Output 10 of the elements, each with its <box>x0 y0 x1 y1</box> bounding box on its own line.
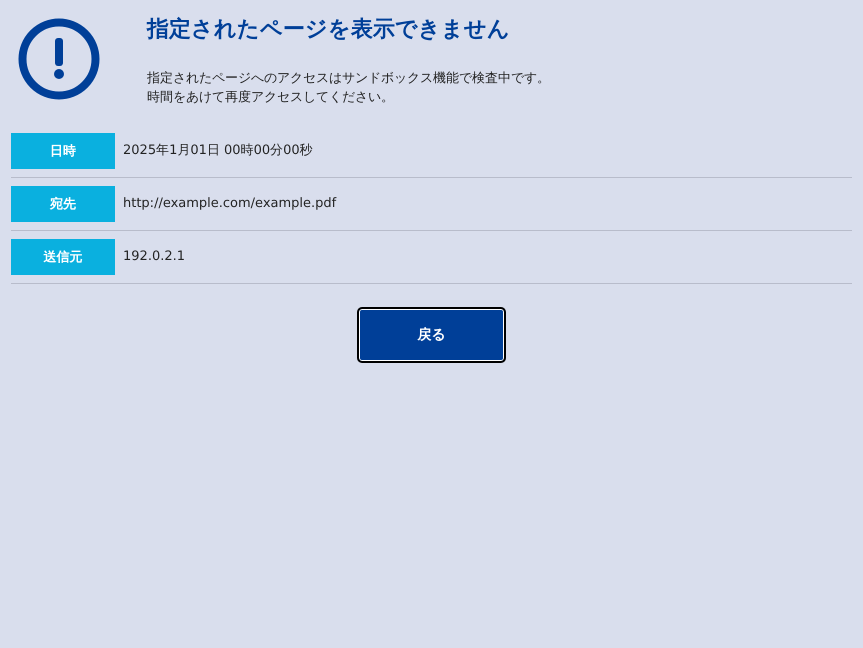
back-button[interactable]: 戻る <box>357 307 506 363</box>
field-label: 宛先 <box>11 186 115 222</box>
field-value: 2025年1月01日 00時00分00秒 <box>123 142 313 160</box>
field-label: 送信元 <box>11 239 115 275</box>
error-message: 指定されたページへのアクセスはサンドボックス機能で検査中です。 時間をあけて再度アクセスしてください。 <box>147 70 550 107</box>
field-value: 192.0.2.1 <box>123 248 186 266</box>
page-title: 指定されたページを表示できません <box>147 16 511 44</box>
field-value: http://example.com/example.pdf <box>123 195 336 213</box>
exclamation-icon <box>18 18 100 100</box>
field-label: 日時 <box>11 133 115 169</box>
